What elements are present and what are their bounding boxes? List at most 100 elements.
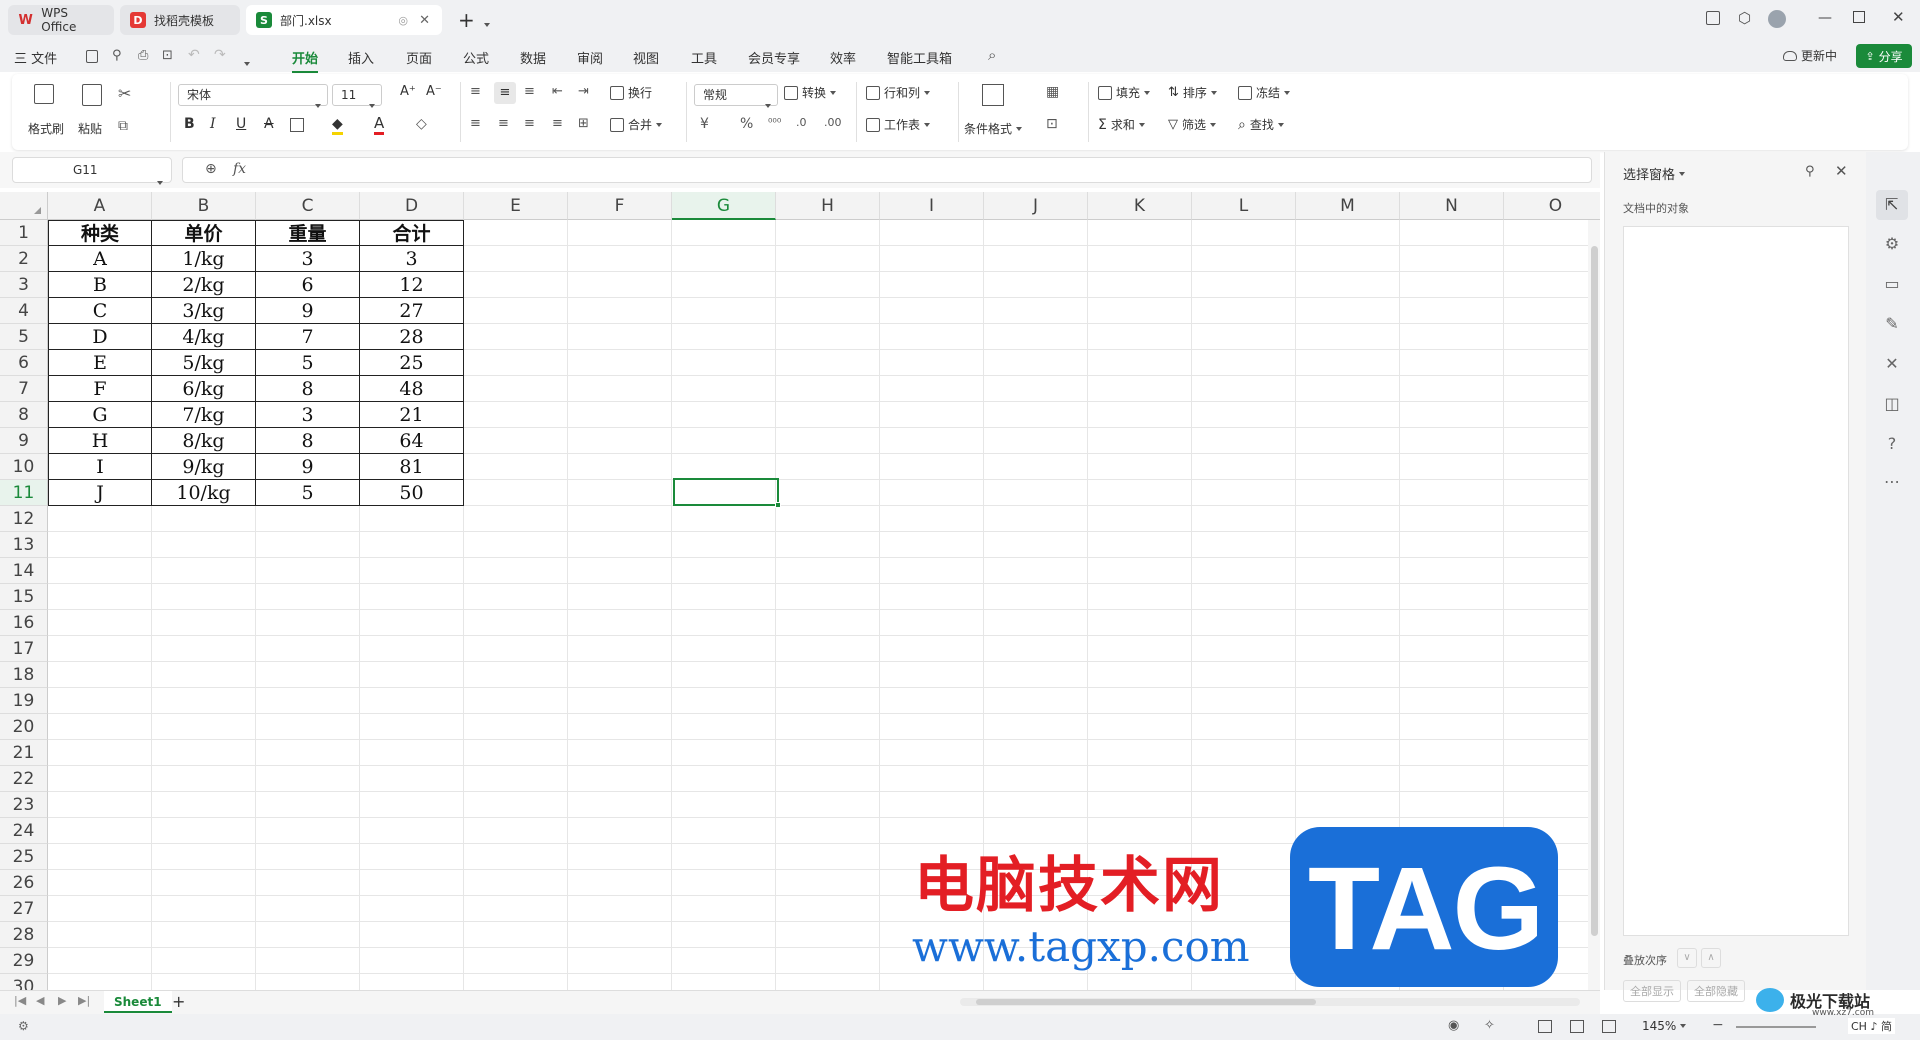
row-header[interactable]: 13 <box>0 532 48 558</box>
table-cell[interactable]: 10/kg <box>152 480 256 506</box>
more-icon[interactable]: ⋯ <box>1882 472 1902 492</box>
font-color-icon[interactable]: A <box>374 114 385 135</box>
font-name-select[interactable]: 宋体 <box>178 84 328 108</box>
table-cell[interactable]: F <box>48 376 152 402</box>
menu-file[interactable]: 三 文件 <box>14 48 57 67</box>
percent-icon[interactable]: % <box>740 116 753 132</box>
row-header[interactable]: 9 <box>0 428 48 454</box>
currency-icon[interactable]: ¥ <box>700 116 709 132</box>
table-cell[interactable]: 12 <box>360 272 464 298</box>
menu-data[interactable]: 数据 <box>520 48 546 67</box>
h-scrollbar-thumb[interactable] <box>976 999 1316 1005</box>
row-header[interactable]: 22 <box>0 766 48 792</box>
table-cell[interactable]: 5/kg <box>152 350 256 376</box>
align-bottom-icon[interactable]: ≡ <box>524 84 535 99</box>
redo-icon[interactable]: ↷ <box>214 47 226 63</box>
row-header[interactable]: 27 <box>0 896 48 922</box>
share-button[interactable]: ⇪ 分享 <box>1856 44 1912 68</box>
column-header[interactable]: M <box>1296 192 1400 220</box>
close-window-icon[interactable]: ✕ <box>1892 8 1905 26</box>
view-settings-icon[interactable]: ✧ <box>1484 1018 1495 1033</box>
input-method-indicator[interactable]: CH ♪ 简 <box>1848 1018 1895 1034</box>
table-cell[interactable]: 5 <box>256 350 360 376</box>
menu-home[interactable]: 开始 <box>292 48 319 73</box>
close-tab-icon[interactable]: ✕ <box>419 13 430 28</box>
table-header-cell[interactable]: 重量 <box>256 220 360 246</box>
menu-formula[interactable]: 公式 <box>463 48 489 67</box>
thousands-icon[interactable]: ⁰⁰⁰ <box>768 116 781 129</box>
select-tool-active[interactable]: ⇱ <box>1876 190 1908 220</box>
table-cell[interactable]: 8 <box>256 376 360 402</box>
quick-access-chevron-icon[interactable] <box>244 55 250 69</box>
column-header[interactable]: D <box>360 192 464 220</box>
table-cell[interactable]: B <box>48 272 152 298</box>
horizontal-scrollbar[interactable] <box>960 998 1580 1006</box>
avatar[interactable] <box>1768 10 1786 28</box>
sort-button[interactable]: ⇅ 排序 <box>1168 84 1217 101</box>
table-cell[interactable]: 50 <box>360 480 464 506</box>
show-all-button[interactable]: 全部显示 <box>1623 980 1681 1002</box>
row-header[interactable]: 29 <box>0 948 48 974</box>
first-sheet-icon[interactable]: |◀ <box>14 994 26 1007</box>
table-cell[interactable]: G <box>48 402 152 428</box>
normal-view-icon[interactable] <box>1538 1020 1552 1033</box>
last-sheet-icon[interactable]: ▶| <box>78 994 90 1007</box>
tab-list-chevron-icon[interactable] <box>484 16 490 30</box>
cut-icon[interactable]: ✂ <box>118 84 131 103</box>
rows-cols-button[interactable]: 行和列 <box>866 84 931 101</box>
comment-icon[interactable]: ▭ <box>1882 274 1902 294</box>
layout-icon[interactable] <box>1706 11 1720 25</box>
row-header[interactable]: 25 <box>0 844 48 870</box>
menu-tools[interactable]: 工具 <box>691 48 717 67</box>
menu-view[interactable]: 视图 <box>633 48 659 67</box>
select-all-corner[interactable] <box>0 192 48 220</box>
column-header[interactable]: E <box>464 192 568 220</box>
table-cell[interactable]: I <box>48 454 152 480</box>
table-cell[interactable]: 64 <box>360 428 464 454</box>
update-status[interactable]: 更新中 <box>1783 47 1837 64</box>
search-icon[interactable]: ⌕ <box>988 46 996 64</box>
format-painter-button[interactable]: 格式刷 <box>28 120 64 137</box>
menu-efficiency[interactable]: 效率 <box>830 48 856 67</box>
column-header[interactable]: I <box>880 192 984 220</box>
row-header[interactable]: 7 <box>0 376 48 402</box>
row-header[interactable]: 16 <box>0 610 48 636</box>
clear-format-icon[interactable]: ◇ <box>416 116 427 132</box>
tab-wps-office[interactable]: W WPS Office <box>8 5 114 35</box>
tab-docer-templates[interactable]: D 找稻壳模板 <box>120 5 240 35</box>
pin-icon[interactable]: ◎ <box>398 14 408 27</box>
spreadsheet-grid[interactable]: ABCDEFGHIJKLMNO 1 2 3 4 5 6 7 8 9 10 11 12 13 14 15 16 1… <box>0 192 1600 990</box>
row-header[interactable]: 14 <box>0 558 48 584</box>
strikethrough-icon[interactable]: A <box>264 116 274 132</box>
row-header[interactable]: 3 <box>0 272 48 298</box>
table-header-cell[interactable]: 单价 <box>152 220 256 246</box>
menu-insert[interactable]: 插入 <box>348 48 374 67</box>
table-cell[interactable]: 25 <box>360 350 464 376</box>
sum-button[interactable]: Σ 求和 <box>1098 116 1145 133</box>
table-cell[interactable]: 7/kg <box>152 402 256 428</box>
table-cell[interactable]: 27 <box>360 298 464 324</box>
row-header[interactable]: 12 <box>0 506 48 532</box>
increase-font-icon[interactable]: A⁺ <box>400 84 416 99</box>
table-header-cell[interactable]: 合计 <box>360 220 464 246</box>
column-header[interactable]: G <box>672 192 776 220</box>
menu-smart-toolbox[interactable]: 智能工具箱 <box>887 48 952 67</box>
book-icon[interactable]: ◫ <box>1882 394 1902 414</box>
menu-member[interactable]: 会员专享 <box>748 48 800 67</box>
move-down-icon[interactable]: ∨ <box>1677 948 1697 968</box>
tools-icon[interactable]: ✕ <box>1882 354 1902 374</box>
row-header[interactable]: 11 <box>0 480 48 506</box>
number-format-select[interactable]: 常规 <box>694 84 778 108</box>
worksheet-button[interactable]: 工作表 <box>866 116 931 133</box>
link-icon[interactable]: ⚲ <box>112 48 122 63</box>
table-cell[interactable]: 4/kg <box>152 324 256 350</box>
print-preview-icon[interactable]: ⊡ <box>162 48 173 63</box>
table-cell[interactable]: D <box>48 324 152 350</box>
table-cell[interactable]: 8 <box>256 428 360 454</box>
column-header[interactable]: L <box>1192 192 1296 220</box>
decrease-decimal-icon[interactable]: .00 <box>824 116 842 129</box>
zoom-select[interactable]: 145% <box>1642 1019 1687 1033</box>
page-break-view-icon[interactable] <box>1570 1020 1584 1033</box>
cell-style-icon[interactable]: ▦ <box>1046 84 1059 100</box>
align-center-icon[interactable]: ≡ <box>498 116 509 131</box>
